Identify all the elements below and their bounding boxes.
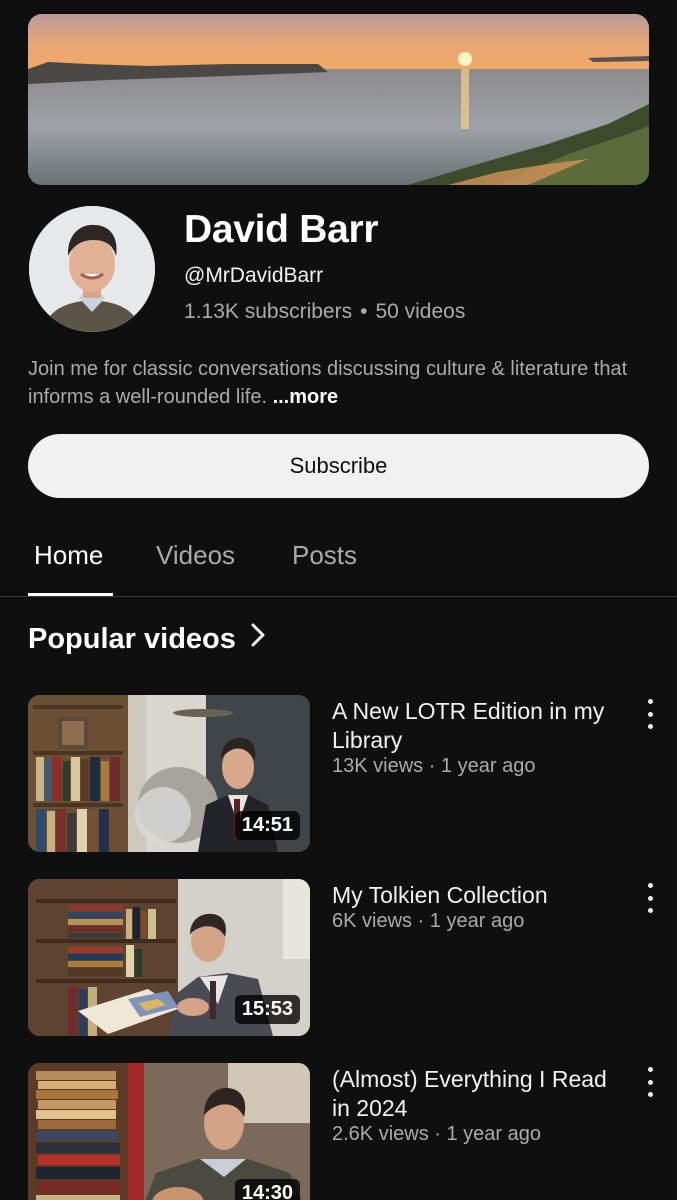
chevron-right-icon: [250, 622, 266, 656]
video-title[interactable]: (Almost) Everything I Read in 2024: [332, 1065, 622, 1123]
channel-banner: [28, 14, 649, 185]
video-thumbnail[interactable]: 14:51: [28, 695, 310, 852]
channel-description[interactable]: Join me for classic conversations discus…: [28, 355, 648, 411]
tab-posts[interactable]: Posts: [292, 540, 357, 571]
channel-page: David Barr @MrDavidBarr 1.13K subscriber…: [0, 0, 677, 1200]
stats-separator: •: [360, 300, 368, 323]
channel-name: David Barr: [184, 208, 379, 251]
channel-tabs: Home Videos Posts: [0, 520, 677, 597]
video-item[interactable]: 14:30 (Almost) Everything I Read in 2024…: [28, 1063, 653, 1200]
more-options-icon[interactable]: [640, 1067, 660, 1097]
channel-avatar[interactable]: [29, 206, 155, 332]
section-title: Popular videos: [28, 622, 236, 655]
tab-home[interactable]: Home: [34, 540, 103, 571]
video-item[interactable]: 15:53 My Tolkien Collection 6K views · 1…: [28, 879, 653, 1036]
channel-stats: 1.13K subscribers • 50 videos: [184, 300, 465, 324]
subscriber-count: 1.13K subscribers: [184, 300, 353, 323]
video-duration: 15:53: [234, 995, 300, 1024]
video-thumbnail[interactable]: 15:53: [28, 879, 310, 1036]
channel-handle: @MrDavidBarr: [184, 264, 324, 287]
more-link[interactable]: ...more: [273, 386, 339, 408]
video-duration: 14:30: [234, 1179, 300, 1200]
video-meta: 2.6K views · 1 year ago: [332, 1123, 541, 1145]
tab-videos[interactable]: Videos: [156, 540, 235, 571]
video-title[interactable]: My Tolkien Collection: [332, 881, 622, 910]
video-meta: 6K views · 1 year ago: [332, 910, 525, 932]
video-meta: 13K views · 1 year ago: [332, 755, 536, 777]
subscribe-button[interactable]: Subscribe: [28, 434, 649, 498]
video-title[interactable]: A New LOTR Edition in my Library: [332, 697, 622, 755]
popular-videos-header[interactable]: Popular videos: [28, 622, 266, 656]
more-options-icon[interactable]: [640, 883, 660, 913]
video-duration: 14:51: [234, 811, 300, 840]
active-tab-indicator: [28, 593, 113, 596]
video-thumbnail[interactable]: 14:30: [28, 1063, 310, 1200]
video-item[interactable]: 14:51 A New LOTR Edition in my Library 1…: [28, 695, 653, 852]
more-options-icon[interactable]: [640, 699, 660, 729]
video-count: 50 videos: [375, 300, 466, 323]
